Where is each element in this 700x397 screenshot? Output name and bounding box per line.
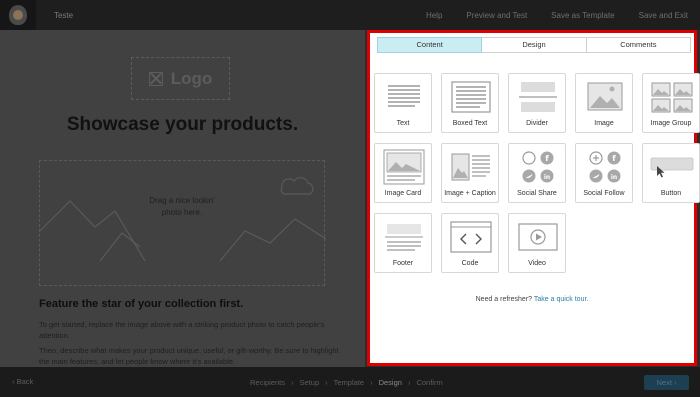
- hero-placeholder-line1: Drag a nice lookin': [149, 196, 215, 205]
- block-label: Social Share: [517, 190, 557, 197]
- top-nav: Help Preview and Test Save as Template S…: [402, 0, 688, 30]
- image-placeholder-icon: [148, 71, 163, 86]
- block-image-group[interactable]: Image Group: [642, 73, 700, 133]
- logo-placeholder[interactable]: Logo: [131, 57, 230, 100]
- svg-text:in: in: [544, 174, 550, 181]
- image-caption-block-icon: [451, 153, 490, 181]
- block-label: Image: [594, 120, 614, 127]
- bottom-bar: ‹ Back Recipients › Setup › Template › D…: [0, 367, 700, 397]
- block-boxed-text[interactable]: Boxed Text: [441, 73, 499, 133]
- refresher-text: Need a refresher? Take a quick tour.: [370, 296, 694, 303]
- chevron-right-icon: ›: [291, 377, 294, 387]
- block-image-caption[interactable]: Image + Caption: [441, 143, 499, 203]
- code-block-icon: [450, 221, 492, 253]
- step-design[interactable]: Design: [379, 378, 402, 387]
- block-image-card[interactable]: Image Card: [374, 143, 432, 203]
- svg-text:f: f: [612, 154, 616, 163]
- text-block-icon: [388, 85, 420, 107]
- description-paragraph[interactable]: Then, describe what makes your product u…: [39, 345, 339, 367]
- step-recipients[interactable]: Recipients: [250, 378, 285, 387]
- tab-content[interactable]: Content: [377, 37, 483, 53]
- help-link[interactable]: Help: [426, 11, 442, 20]
- hero-image-placeholder[interactable]: Drag a nice lookin' photo here.: [39, 160, 326, 286]
- block-label: Image Card: [384, 190, 422, 197]
- mailchimp-logo[interactable]: [0, 0, 36, 30]
- block-label: Social Follow: [583, 190, 625, 197]
- block-label: Boxed Text: [452, 120, 488, 127]
- step-confirm[interactable]: Confirm: [416, 378, 442, 387]
- chimp-icon: [9, 5, 27, 25]
- chevron-right-icon: ›: [325, 377, 328, 387]
- block-divider[interactable]: Divider: [508, 73, 566, 133]
- headline[interactable]: Showcase your products.: [0, 114, 365, 136]
- chevron-right-icon: ›: [370, 377, 373, 387]
- save-and-exit-menu[interactable]: Save and Exit: [639, 11, 688, 20]
- back-button[interactable]: ‹ Back: [12, 367, 33, 397]
- hero-placeholder-line2: photo here.: [161, 208, 203, 217]
- block-label: Code: [461, 260, 479, 267]
- divider-block-icon: [519, 82, 557, 112]
- refresher-label: Need a refresher?: [475, 296, 533, 303]
- block-footer[interactable]: Footer: [374, 213, 432, 273]
- block-button[interactable]: Button: [642, 143, 700, 203]
- hero-placeholder-text: Drag a nice lookin' photo here.: [40, 195, 324, 219]
- svg-text:in: in: [611, 174, 617, 181]
- block-image[interactable]: Image: [575, 73, 633, 133]
- block-label: Video: [528, 260, 546, 267]
- tab-comments[interactable]: Comments: [586, 37, 691, 53]
- panel-tabs: Content Design Comments: [377, 37, 691, 53]
- block-label: Button: [660, 190, 682, 197]
- image-block-icon: [587, 82, 623, 111]
- social-follow-block-icon: f in: [589, 151, 621, 183]
- logo-placeholder-text: Logo: [170, 68, 213, 88]
- quick-tour-link[interactable]: Take a quick tour.: [534, 296, 588, 303]
- svg-text:f: f: [545, 154, 549, 163]
- step-setup[interactable]: Setup: [300, 378, 320, 387]
- block-label: Text: [396, 120, 410, 127]
- mountain-illustration-icon: [40, 177, 326, 262]
- button-block-icon: [650, 157, 694, 178]
- footer-block-icon: [385, 224, 423, 251]
- block-label: Footer: [392, 260, 414, 267]
- block-label: Divider: [526, 120, 548, 127]
- block-label: Image + Caption: [444, 190, 496, 197]
- tab-design[interactable]: Design: [482, 37, 587, 53]
- next-button[interactable]: Next ›: [644, 375, 689, 390]
- chevron-right-icon: ›: [407, 377, 411, 387]
- block-text[interactable]: Text: [374, 73, 432, 133]
- video-block-icon: [518, 223, 558, 251]
- social-share-block-icon: f in: [522, 151, 554, 183]
- step-breadcrumb: Recipients › Setup › Template › Design ›…: [250, 367, 443, 397]
- step-template[interactable]: Template: [334, 378, 364, 387]
- email-canvas: Logo Showcase your products. Drag a nice…: [0, 30, 365, 367]
- image-card-block-icon: [383, 149, 425, 185]
- block-label: Image Group: [650, 120, 692, 127]
- image-group-block-icon: [651, 82, 693, 113]
- block-code[interactable]: Code: [441, 213, 499, 273]
- intro-paragraph[interactable]: To get started, replace the image above …: [39, 319, 339, 341]
- content-blocks-panel: Content Design Comments Text Boxed Text …: [367, 30, 700, 366]
- block-social-follow[interactable]: f in Social Follow: [575, 143, 633, 203]
- preview-and-test-menu[interactable]: Preview and Test: [466, 11, 527, 20]
- boxed-text-block-icon: [451, 81, 491, 113]
- block-video[interactable]: Video: [508, 213, 566, 273]
- campaign-name[interactable]: Teste: [54, 11, 73, 20]
- top-bar: Teste Help Preview and Test Save as Temp…: [0, 0, 700, 30]
- feature-title[interactable]: Feature the star of your collection firs…: [39, 298, 243, 310]
- save-as-template-button[interactable]: Save as Template: [551, 11, 614, 20]
- block-social-share[interactable]: f in Social Share: [508, 143, 566, 203]
